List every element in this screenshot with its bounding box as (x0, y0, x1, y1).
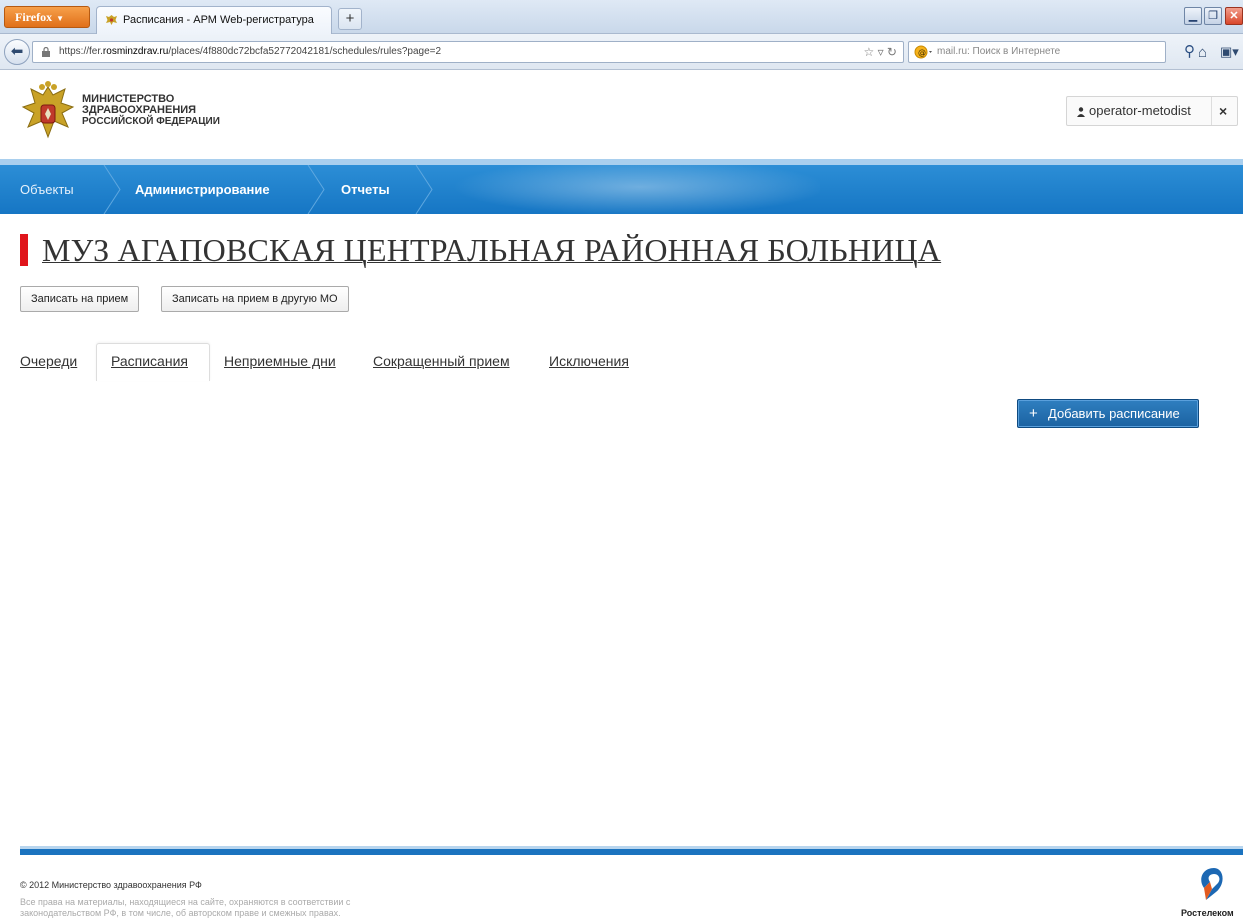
back-button[interactable]: ⬅ (4, 39, 30, 65)
footer-rights: Все права на материалы, находящиеся на с… (20, 897, 440, 919)
appoint-button[interactable]: Записать на прием (20, 286, 140, 312)
tab-reduced-reception[interactable]: Сокращенный прием (373, 353, 510, 369)
firefox-menu-label: Firefox (15, 10, 53, 24)
restore-icon: ❐ (1208, 10, 1218, 22)
close-icon: ✕ (1229, 10, 1239, 22)
chevron-down-icon: ▼ (56, 14, 65, 23)
add-schedule-button[interactable]: + Добавить расписание (1017, 399, 1199, 428)
search-engine-icon: @ (914, 45, 932, 59)
menu-separator-icon (415, 165, 433, 214)
browser-tab-active[interactable]: Расписания - АРМ Web-регистратура (96, 6, 332, 34)
tab-schedules[interactable]: Расписания (111, 353, 188, 369)
tab-exceptions[interactable]: Исключения (549, 353, 629, 369)
rostelecom-logo[interactable] (1196, 866, 1226, 902)
tab-non-working-days[interactable]: Неприемные дни (224, 353, 336, 369)
url-host: rosminzdrav.ru (102, 46, 169, 57)
menu-separator-icon (103, 165, 121, 214)
ministry-name: МИНИСТЕРСТВО ЗДРАВООХРАНЕНИЯ РОССИЙСКОЙ … (82, 94, 220, 128)
search-input[interactable]: @ mail.ru: Поиск в Интернете ⚲ (908, 41, 1195, 63)
divider (1211, 97, 1212, 125)
footer-rights-line-1: Все права на материалы, находящиеся на с… (20, 897, 351, 907)
footer-rights-line-2: законодательством РФ, в том числе, об ав… (20, 908, 341, 918)
bookmark-star-icon[interactable]: ☆ ▿ ↻ (863, 42, 897, 62)
main-menu: Объекты Администрирование Отчеты (0, 159, 1243, 214)
menu-separator-icon (307, 165, 325, 214)
ministry-line-2: ЗДРАВООХРАНЕНИЯ (82, 104, 197, 116)
address-bar[interactable]: https://fer.rosminzdrav.ru/places/4f880d… (32, 41, 904, 63)
menu-clouds-decoration (420, 165, 820, 214)
firefox-menu-button[interactable]: Firefox ▼ (4, 6, 90, 28)
minimize-window-button[interactable]: ▁ (1184, 7, 1202, 25)
emblem-favicon-icon (106, 15, 117, 25)
footer-divider (20, 846, 1243, 855)
restore-window-button[interactable]: ❐ (1204, 7, 1222, 25)
page-title[interactable]: МУЗ АГАПОВСКАЯ ЦЕНТРАЛЬНАЯ РАЙОННАЯ БОЛЬ… (42, 232, 941, 269)
url-path: /places/4f880dc72bcfa52772042181/schedul… (168, 46, 442, 57)
logout-button[interactable]: × (1219, 97, 1227, 125)
section-tabs: Очереди Расписания Неприемные дни Сокращ… (0, 343, 1243, 381)
plus-icon: + (1029, 405, 1038, 422)
svg-text:@: @ (918, 48, 926, 57)
coat-of-arms-logo[interactable] (20, 81, 76, 145)
menu-item-reports[interactable]: Отчеты (341, 165, 390, 214)
user-icon (1077, 107, 1085, 117)
home-icon[interactable]: ⌂ (1198, 44, 1207, 61)
add-schedule-label: Добавить расписание (1048, 406, 1180, 421)
browser-tab-title: Расписания - АРМ Web-регистратура (123, 14, 314, 26)
appoint-other-mo-button[interactable]: Записать на прием в другую МО (161, 286, 349, 312)
user-box: operator-metodist × (1066, 96, 1238, 126)
ministry-line-3: РОССИЙСКОЙ ФЕДЕРАЦИИ (82, 116, 220, 127)
rostelecom-name: Ростелеком (1181, 908, 1234, 918)
lock-icon (42, 47, 50, 57)
search-placeholder: mail.ru: Поиск в Интернете (937, 46, 1061, 57)
search-icon[interactable]: ⚲ (1184, 42, 1195, 62)
bookmarks-menu-icon[interactable]: ▣▾ (1220, 44, 1239, 60)
browser-navbar: ⬅ https://fer.rosminzdrav.ru/places/4f88… (0, 34, 1243, 70)
user-name-link[interactable]: operator-metodist (1089, 97, 1191, 125)
url-prefix: https://fer. (59, 46, 103, 57)
title-accent-bar (20, 234, 28, 266)
minimize-icon: ▁ (1188, 10, 1198, 22)
browser-titlebar: Firefox ▼ Расписания - АРМ Web-регистрату… (0, 0, 1243, 34)
close-window-button[interactable]: ✕ (1225, 7, 1243, 25)
footer-copyright: © 2012 Министерство здравоохранения РФ (20, 880, 202, 890)
menu-item-administration[interactable]: Администрирование (135, 165, 270, 214)
plus-icon: + (345, 10, 355, 27)
site-header: МИНИСТЕРСТВО ЗДРАВООХРАНЕНИЯ РОССИЙСКОЙ … (0, 71, 1243, 161)
tab-queues[interactable]: Очереди (20, 353, 77, 369)
menu-item-objects[interactable]: Объекты (20, 165, 74, 214)
new-tab-button[interactable]: + (338, 8, 362, 30)
arrow-left-icon: ⬅ (10, 43, 24, 60)
